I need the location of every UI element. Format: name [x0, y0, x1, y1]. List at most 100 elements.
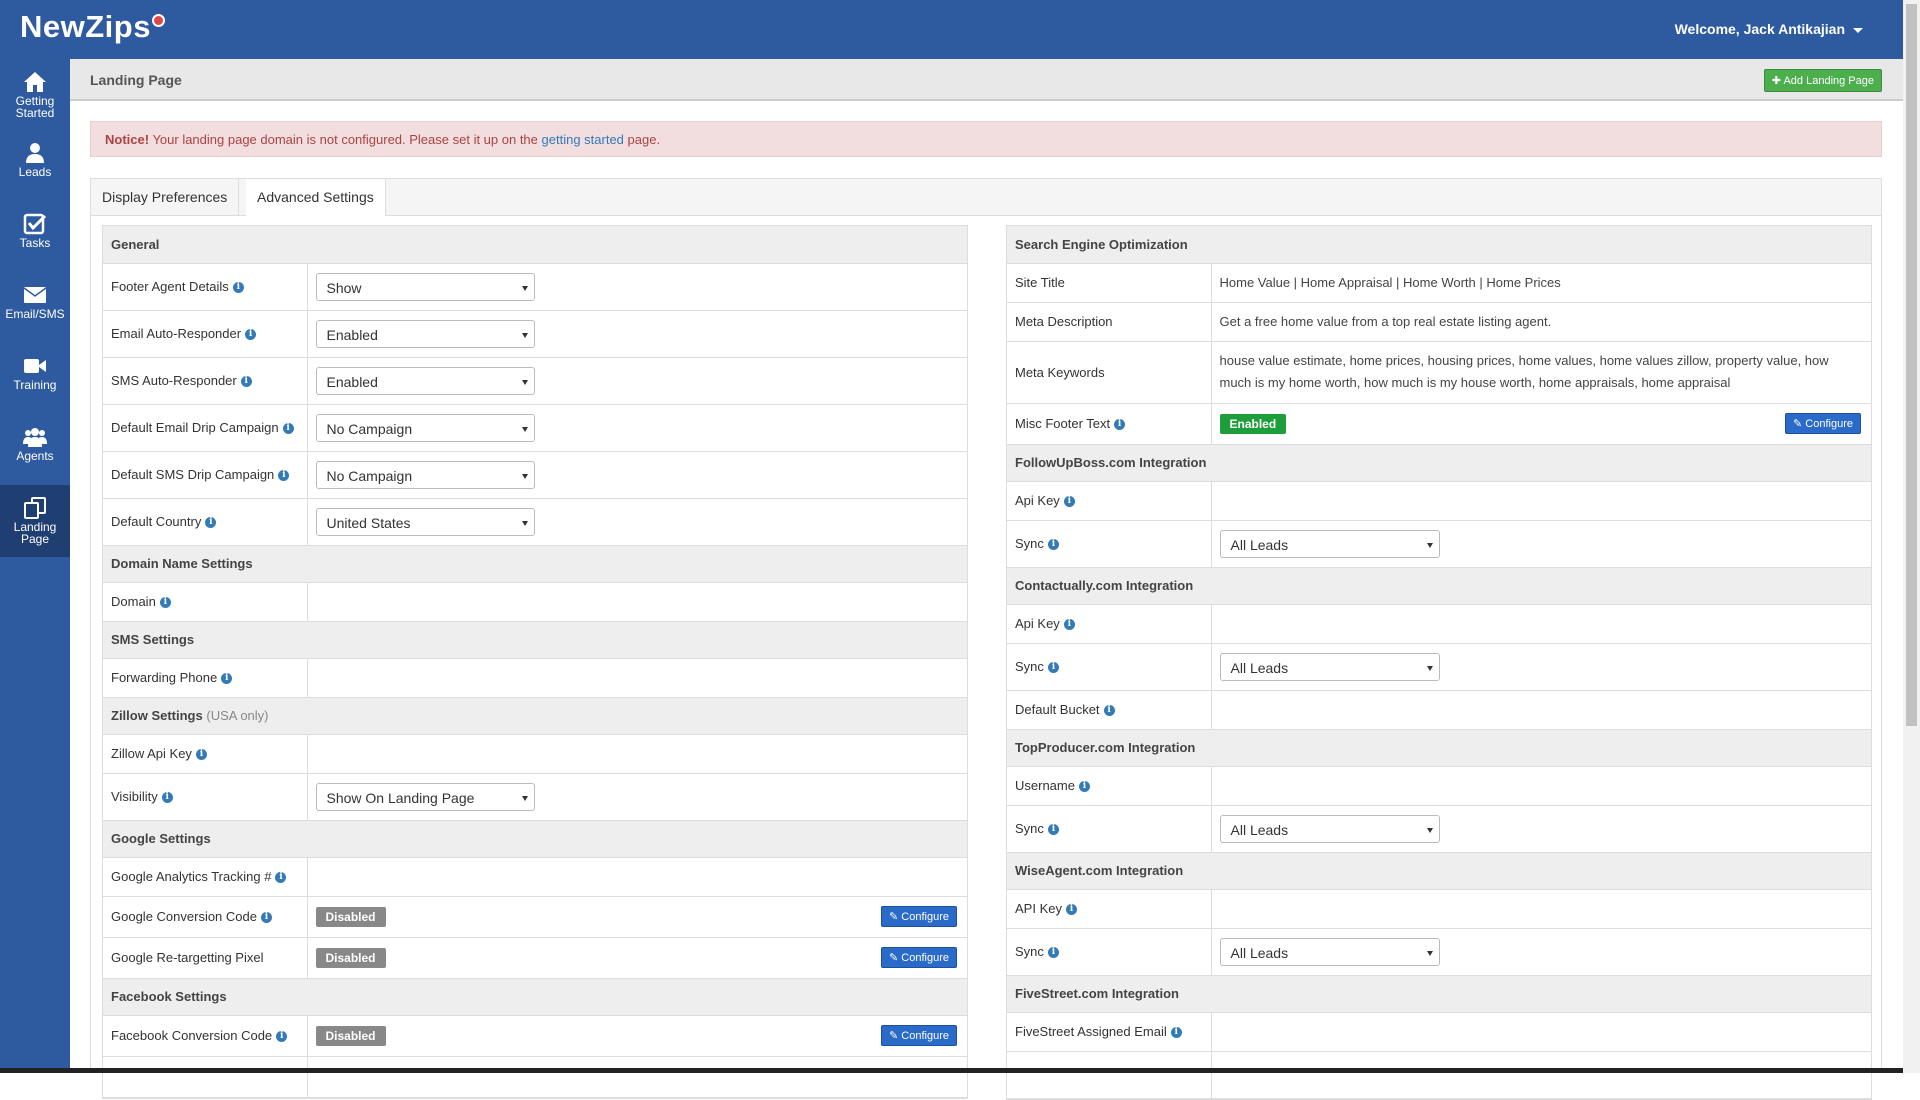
meta-keywords-value[interactable]: house value estimate, home prices, housi…: [1211, 341, 1871, 404]
table-row: Misc Footer Text i Enabled ✎ Configure: [1007, 403, 1871, 445]
info-icon[interactable]: i: [1047, 824, 1059, 836]
status-badge: Disabled: [315, 1025, 386, 1046]
sidebar-item-label: Landing Page: [13, 520, 57, 546]
contactually-sync-select[interactable]: All Leads: [1219, 652, 1440, 681]
location-pin-icon: [151, 14, 165, 27]
info-icon[interactable]: i: [1047, 947, 1059, 959]
default-sms-drip-select[interactable]: No Campaign: [315, 460, 535, 489]
info-icon[interactable]: i: [1063, 496, 1075, 508]
info-icon[interactable]: i: [245, 329, 257, 341]
configure-label: Configure: [901, 910, 949, 923]
right-settings-table: Search Engine Optimization Site Title Ho…: [1007, 226, 1871, 1099]
info-icon[interactable]: i: [1078, 781, 1090, 793]
getting-started-link[interactable]: getting started: [542, 132, 624, 147]
email-auto-responder-label: Email Auto-Responder: [111, 326, 242, 341]
default-email-drip-label: Default Email Drip Campaign: [111, 420, 279, 435]
sidebar-item-agents[interactable]: Agents: [0, 414, 70, 482]
scrollbar-thumb[interactable]: [1906, 4, 1917, 726]
default-bucket-label: Default Bucket: [1015, 702, 1100, 717]
section-header: FiveStreet.com Integration: [1007, 975, 1871, 1013]
default-country-select[interactable]: United States: [315, 507, 535, 536]
table-row: Footer Agent Details i Show: [103, 263, 967, 311]
topproducer-sync-select[interactable]: All Leads: [1219, 814, 1440, 843]
info-icon[interactable]: i: [260, 912, 272, 924]
sidebar-item-landing-page[interactable]: Landing Page: [0, 485, 70, 557]
info-icon[interactable]: i: [195, 749, 207, 761]
forwarding-phone-value[interactable]: [307, 658, 967, 698]
google-settings-title: Google Settings: [103, 820, 967, 858]
info-icon[interactable]: i: [1047, 662, 1059, 674]
bottom-edge: [0, 1068, 1903, 1073]
configure-button[interactable]: ✎ Configure: [881, 946, 957, 968]
status-badge: Disabled: [315, 906, 386, 927]
info-icon[interactable]: i: [278, 470, 290, 482]
sidebar-item-getting-started[interactable]: Getting Started: [0, 59, 70, 127]
sidebar-item-label: Training: [13, 378, 57, 392]
table-row: Api Key i: [1007, 481, 1871, 521]
email-auto-responder-select[interactable]: Enabled: [315, 319, 535, 348]
default-bucket-value[interactable]: [1211, 690, 1871, 730]
google-analytics-value[interactable]: [307, 857, 967, 897]
info-icon[interactable]: i: [1114, 419, 1126, 431]
wrench-icon: ✎: [889, 1029, 902, 1042]
topproducer-sync-label: Sync: [1015, 821, 1044, 836]
sidebar-item-training[interactable]: Training: [0, 343, 70, 411]
info-icon[interactable]: i: [1065, 904, 1077, 916]
table-row: Default SMS Drip Campaign i No Campaign: [103, 451, 967, 499]
followupboss-api-key-value[interactable]: [1211, 481, 1871, 521]
tab-display-preferences[interactable]: Display Preferences: [91, 179, 240, 215]
info-icon[interactable]: i: [240, 376, 252, 388]
user-menu[interactable]: Welcome, Jack Antikajian: [1675, 21, 1863, 37]
info-icon[interactable]: i: [1103, 705, 1115, 717]
wiseagent-api-key-value[interactable]: [1211, 889, 1871, 929]
section-header: WiseAgent.com Integration: [1007, 852, 1871, 890]
sms-auto-responder-select[interactable]: Enabled: [315, 366, 535, 395]
table-row: Google Re-targetting Pixel Disabled ✎ Con…: [103, 937, 967, 979]
fivestreet-email-value[interactable]: [1211, 1012, 1871, 1052]
sidebar-item-email-sms[interactable]: Email/SMS: [0, 272, 70, 340]
vertical-scrollbar[interactable]: [1903, 0, 1920, 1073]
table-row: [103, 1056, 967, 1098]
wiseagent-sync-select[interactable]: All Leads: [1219, 937, 1440, 966]
visibility-select[interactable]: Show On Landing Page: [315, 782, 535, 811]
info-icon[interactable]: i: [275, 872, 287, 884]
sidebar-item-label: Tasks: [19, 236, 51, 250]
meta-description-value[interactable]: Get a free home value from a top real es…: [1211, 302, 1871, 342]
footer-agent-details-select[interactable]: Show: [315, 272, 535, 301]
info-icon[interactable]: i: [161, 792, 173, 804]
info-icon[interactable]: i: [221, 673, 233, 685]
default-email-drip-select[interactable]: No Campaign: [315, 413, 535, 442]
followupboss-title: FollowUpBoss.com Integration: [1007, 444, 1871, 482]
info-icon[interactable]: i: [1170, 1027, 1182, 1039]
configure-button[interactable]: ✎ Configure: [881, 1024, 957, 1046]
info-icon[interactable]: i: [1063, 619, 1075, 631]
tab-advanced-settings[interactable]: Advanced Settings: [246, 179, 386, 216]
sms-settings-title: SMS Settings: [103, 621, 967, 659]
settings-panel: Display Preferences Advanced Settings Ge…: [90, 178, 1882, 1100]
app-logo[interactable]: NewZips: [20, 9, 165, 45]
followupboss-sync-select[interactable]: All Leads: [1219, 529, 1440, 558]
configure-button[interactable]: ✎ Configure: [881, 905, 957, 927]
zillow-api-key-value[interactable]: [307, 734, 967, 774]
info-icon[interactable]: i: [282, 423, 294, 435]
configure-button[interactable]: ✎ Configure: [1785, 412, 1861, 434]
domain-value[interactable]: [307, 582, 967, 622]
section-header: Google Settings: [103, 820, 967, 858]
site-title-value[interactable]: Home Value | Home Appraisal | Home Worth…: [1211, 263, 1871, 303]
info-icon[interactable]: i: [1047, 539, 1059, 551]
info-icon[interactable]: i: [205, 517, 217, 529]
info-icon[interactable]: i: [159, 597, 171, 609]
sidebar-item-tasks[interactable]: Tasks: [0, 201, 70, 269]
info-icon[interactable]: i: [276, 1031, 288, 1043]
contactually-api-key-value[interactable]: [1211, 604, 1871, 644]
topproducer-username-value[interactable]: [1211, 766, 1871, 806]
table-row: Google Analytics Tracking # i: [103, 857, 967, 897]
sidebar-item-label: Getting Started: [15, 94, 55, 120]
info-icon[interactable]: i: [232, 282, 244, 294]
domain-label: Domain: [111, 594, 156, 609]
topproducer-title: TopProducer.com Integration: [1007, 729, 1871, 767]
add-landing-page-button[interactable]: ✚ Add Landing Page: [1763, 69, 1882, 92]
default-country-label: Default Country: [111, 514, 202, 529]
sidebar-item-leads[interactable]: Leads: [0, 130, 70, 198]
wiseagent-sync-label: Sync: [1015, 944, 1044, 959]
